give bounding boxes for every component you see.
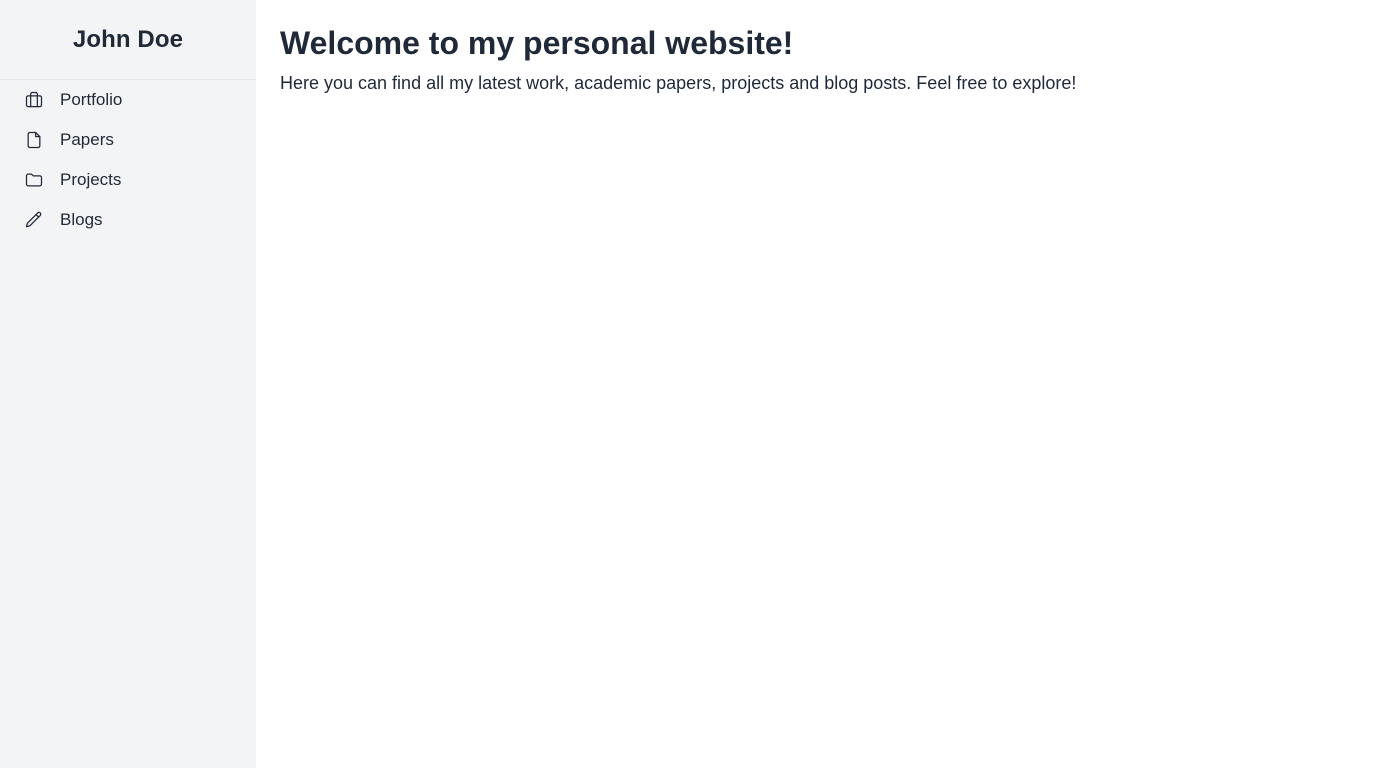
pencil-icon: [24, 210, 44, 230]
site-name[interactable]: John Doe: [73, 26, 183, 54]
folder-icon: [24, 170, 44, 190]
briefcase-icon: [24, 90, 44, 110]
sidebar-item-label: Portfolio: [60, 90, 123, 109]
sidebar-item-label: Papers: [60, 130, 114, 149]
sidebar-item-label: Projects: [60, 170, 122, 189]
sidebar-item-label: Blogs: [60, 210, 103, 229]
intro-text: Here you can find all my latest work, ac…: [280, 73, 1077, 93]
main-content: Welcome to my personal website! Here you…: [256, 0, 1376, 768]
document-icon: [24, 130, 44, 150]
sidebar-header: John Doe: [0, 0, 256, 80]
sidebar-nav: Portfolio Papers Projects Blogs: [0, 80, 256, 240]
page-title: Welcome to my personal website!: [280, 25, 794, 61]
sidebar: John Doe Portfolio Papers Projects Blogs: [0, 0, 256, 768]
sidebar-item-papers[interactable]: Papers: [0, 120, 256, 160]
sidebar-item-projects[interactable]: Projects: [0, 160, 256, 200]
sidebar-item-portfolio[interactable]: Portfolio: [0, 80, 256, 120]
app-layout: John Doe Portfolio Papers Projects Blogs…: [0, 0, 1376, 768]
sidebar-item-blogs[interactable]: Blogs: [0, 200, 256, 240]
